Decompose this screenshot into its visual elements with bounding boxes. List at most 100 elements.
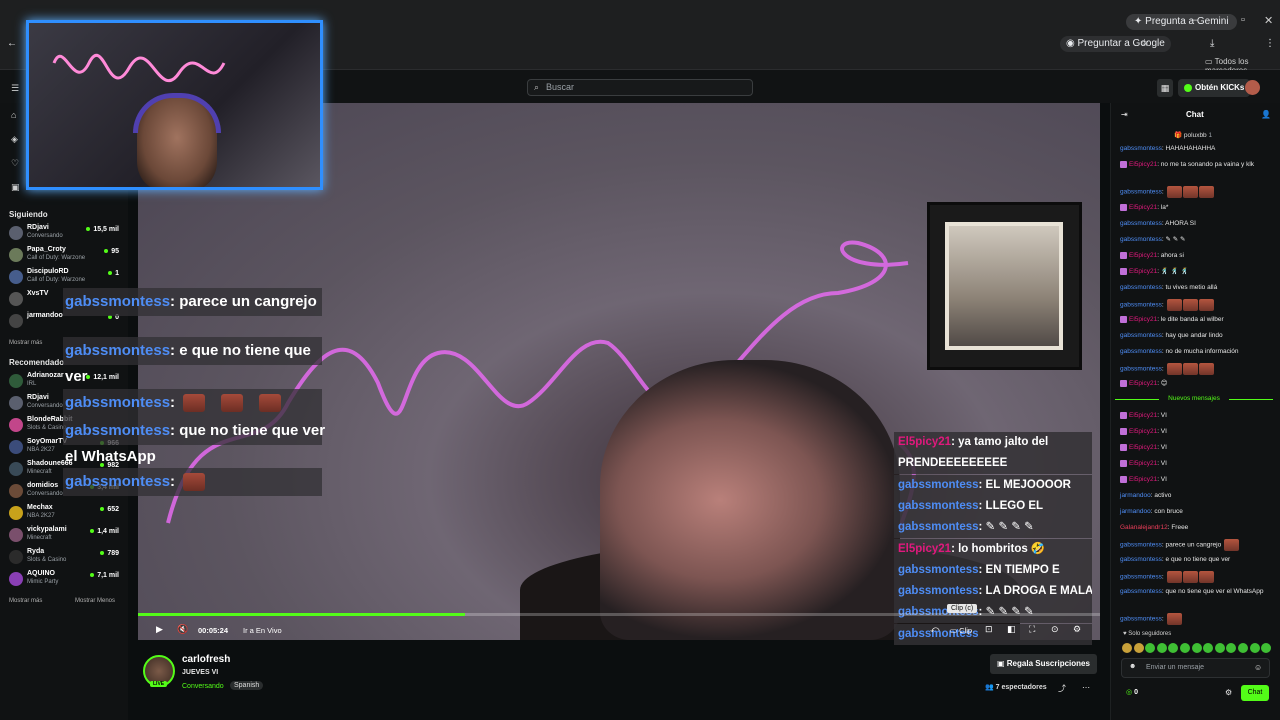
sidebar-channel[interactable]: AQUINO Mimic Party 7,1 mil	[9, 570, 121, 590]
chat-username[interactable]: gabssmontess	[1120, 542, 1162, 549]
emote-picker-item-icon[interactable]	[1238, 643, 1248, 653]
chat-username[interactable]: gabssmontess	[1120, 574, 1162, 581]
theater-mode-icon[interactable]: ⊡	[985, 624, 993, 635]
chat-username[interactable]: gabssmontess	[1120, 616, 1162, 623]
ask-google-button[interactable]: ◉ Preguntar a Google	[1060, 36, 1171, 52]
chat-username[interactable]: El5picy21	[1129, 204, 1157, 211]
chat-username[interactable]: gabssmontess	[1120, 556, 1162, 563]
maximize-icon[interactable]: ▫	[1241, 14, 1245, 26]
layout-toggle-icon[interactable]: ▦	[1157, 79, 1173, 97]
chat-username[interactable]: El5picy21	[1129, 161, 1157, 168]
chat-text: : la*	[1157, 204, 1169, 211]
channel-name: Mechax	[27, 504, 53, 511]
go-live-button[interactable]: Ir a En Vivo	[243, 626, 282, 635]
recommended-section-title: Recomendado	[9, 358, 65, 367]
mute-icon[interactable]: 🔇	[177, 624, 188, 635]
stream-category[interactable]: Conversando	[182, 683, 224, 690]
stream-language-tag[interactable]: Spanish	[230, 681, 264, 690]
chat-username[interactable]: El5picy21	[1129, 380, 1157, 387]
share-icon[interactable]: ⤴	[1058, 683, 1066, 694]
settings-gear-icon[interactable]: ⚙	[1073, 624, 1081, 635]
chat-username[interactable]: gabssmontess	[1120, 332, 1162, 339]
emote-picker-item-icon[interactable]	[1133, 643, 1144, 653]
chat-users-icon[interactable]: 👤	[1261, 110, 1271, 119]
chat-username[interactable]: El5picy21	[1129, 412, 1157, 419]
chat-username[interactable]: jarmandoo	[1120, 492, 1151, 499]
chat-user-icon[interactable]: ☻	[1129, 663, 1136, 670]
chat-message: gabssmontess: hay que andar lindo	[1120, 331, 1272, 340]
channel-points[interactable]: ◎ 0	[1126, 688, 1138, 696]
emote-icon	[221, 394, 244, 413]
emote-picker-item-icon[interactable]	[1214, 643, 1225, 653]
user-avatar[interactable]	[1245, 80, 1260, 95]
search-input[interactable]: ⌕ Buscar	[527, 79, 753, 96]
get-kicks-button[interactable]: Obtén KICKs	[1178, 79, 1251, 97]
chat-username[interactable]: Galanalejandr12	[1120, 524, 1168, 531]
gift-subscriptions-button[interactable]: ▣ Regala Suscripciones	[990, 654, 1097, 674]
chat-username[interactable]: El5picy21	[1129, 444, 1157, 451]
chat-text: : 😊	[1157, 380, 1168, 387]
overlay-chat-text: el WhatsApp	[65, 448, 156, 465]
chat-username[interactable]: El5picy21	[1129, 428, 1157, 435]
pip-icon[interactable]: ◧	[1007, 624, 1016, 635]
emote-picker-item-icon[interactable]	[1249, 643, 1260, 653]
emote-picker-item-icon[interactable]	[1180, 643, 1190, 653]
show-less-recommended[interactable]: Mostrar Menos	[75, 598, 115, 604]
emote-picker-item-icon[interactable]	[1191, 643, 1202, 653]
chat-username[interactable]: El5picy21	[1129, 476, 1157, 483]
emoji-picker-icon[interactable]: ☺	[1254, 663, 1262, 672]
hamburger-menu-icon[interactable]: ☰	[11, 83, 19, 94]
emote-icon	[1198, 571, 1214, 583]
streamer-name[interactable]: carlofresh	[182, 654, 230, 665]
chat-username[interactable]: jarmandoo	[1120, 508, 1151, 515]
chat-username[interactable]: gabssmontess	[1120, 302, 1162, 309]
chat-username[interactable]: El5picy21	[1129, 268, 1157, 275]
home-icon[interactable]: ⌂	[11, 110, 16, 120]
chat-username[interactable]: gabssmontess	[1120, 588, 1162, 595]
chat-username[interactable]: El5picy21	[1129, 316, 1157, 323]
minimize-icon[interactable]: –	[1192, 14, 1198, 26]
collapse-chat-icon[interactable]: ⇥	[1121, 110, 1128, 119]
chat-username[interactable]: gabssmontess	[1120, 220, 1162, 227]
sidebar-channel[interactable]: DiscipuloRD Call of Duty: Warzone 1	[9, 268, 121, 288]
chat-username[interactable]: gabssmontess	[1120, 145, 1162, 152]
rewind-icon[interactable]: ⤺	[930, 624, 940, 635]
chat-username[interactable]: El5picy21	[1129, 460, 1157, 467]
chat-username[interactable]: gabssmontess	[1120, 236, 1162, 243]
stream-info-icon[interactable]: ⊙	[1051, 624, 1059, 635]
chat-settings-icon[interactable]: ⚙	[1225, 688, 1232, 697]
ask-gemini-button[interactable]: ✦ Pregunta a Gemini	[1126, 14, 1237, 30]
store-icon[interactable]: ▣	[11, 182, 20, 193]
clip-button[interactable]: ▭ Clip	[950, 626, 972, 635]
bookmark-star-icon[interactable]: ☆	[1140, 36, 1149, 52]
browse-icon[interactable]: ◈	[11, 134, 18, 145]
sidebar-channel[interactable]: vickypalami Minecraft 1,4 mil	[9, 526, 121, 546]
chat-username[interactable]: gabssmontess	[1120, 366, 1162, 373]
more-options-icon[interactable]: ⋯	[1082, 683, 1090, 692]
chat-username[interactable]: gabssmontess	[1120, 189, 1162, 196]
sidebar-channel[interactable]: Mechax NBA 2K27 652	[9, 504, 121, 524]
channel-avatar	[9, 418, 23, 432]
fullscreen-icon[interactable]: ⛶	[1029, 624, 1035, 635]
close-icon[interactable]: ✕	[1264, 14, 1273, 27]
sidebar-channel[interactable]: Papa_Croty Call of Duty: Warzone 95	[9, 246, 121, 266]
chat-message: gabssmontess: tu vives metio allá	[1120, 283, 1272, 292]
chat-username[interactable]: gabssmontess	[1120, 348, 1162, 355]
download-icon[interactable]: ⤓	[1210, 36, 1214, 52]
chat-send-button[interactable]: Chat	[1241, 685, 1269, 701]
search-icon: ⌕	[534, 82, 540, 92]
show-more-recommended[interactable]: Mostrar más	[9, 598, 42, 604]
following-icon[interactable]: ♡	[11, 158, 19, 169]
emote-picker-item-icon[interactable]	[1122, 643, 1132, 653]
show-more-following[interactable]: Mostrar más	[9, 340, 42, 346]
menu-kebab-icon[interactable]: ⋮	[1265, 36, 1275, 52]
sidebar-channel[interactable]: RDjavi Conversando 15,5 mil	[9, 224, 121, 244]
chat-text: : no me ta sonando pa vaina y klk	[1157, 161, 1255, 168]
chat-username[interactable]: gabssmontess	[1120, 284, 1162, 291]
sidebar-channel[interactable]: Ryda Slots & Casino 789	[9, 548, 121, 568]
chat-username[interactable]: El5picy21	[1129, 252, 1157, 259]
chat-message-input[interactable]: Enviar un mensaje	[1121, 658, 1270, 678]
back-icon[interactable]: ←	[7, 36, 17, 52]
play-icon[interactable]: ▶	[156, 624, 163, 635]
emote-picker-item-icon[interactable]	[1156, 643, 1167, 653]
